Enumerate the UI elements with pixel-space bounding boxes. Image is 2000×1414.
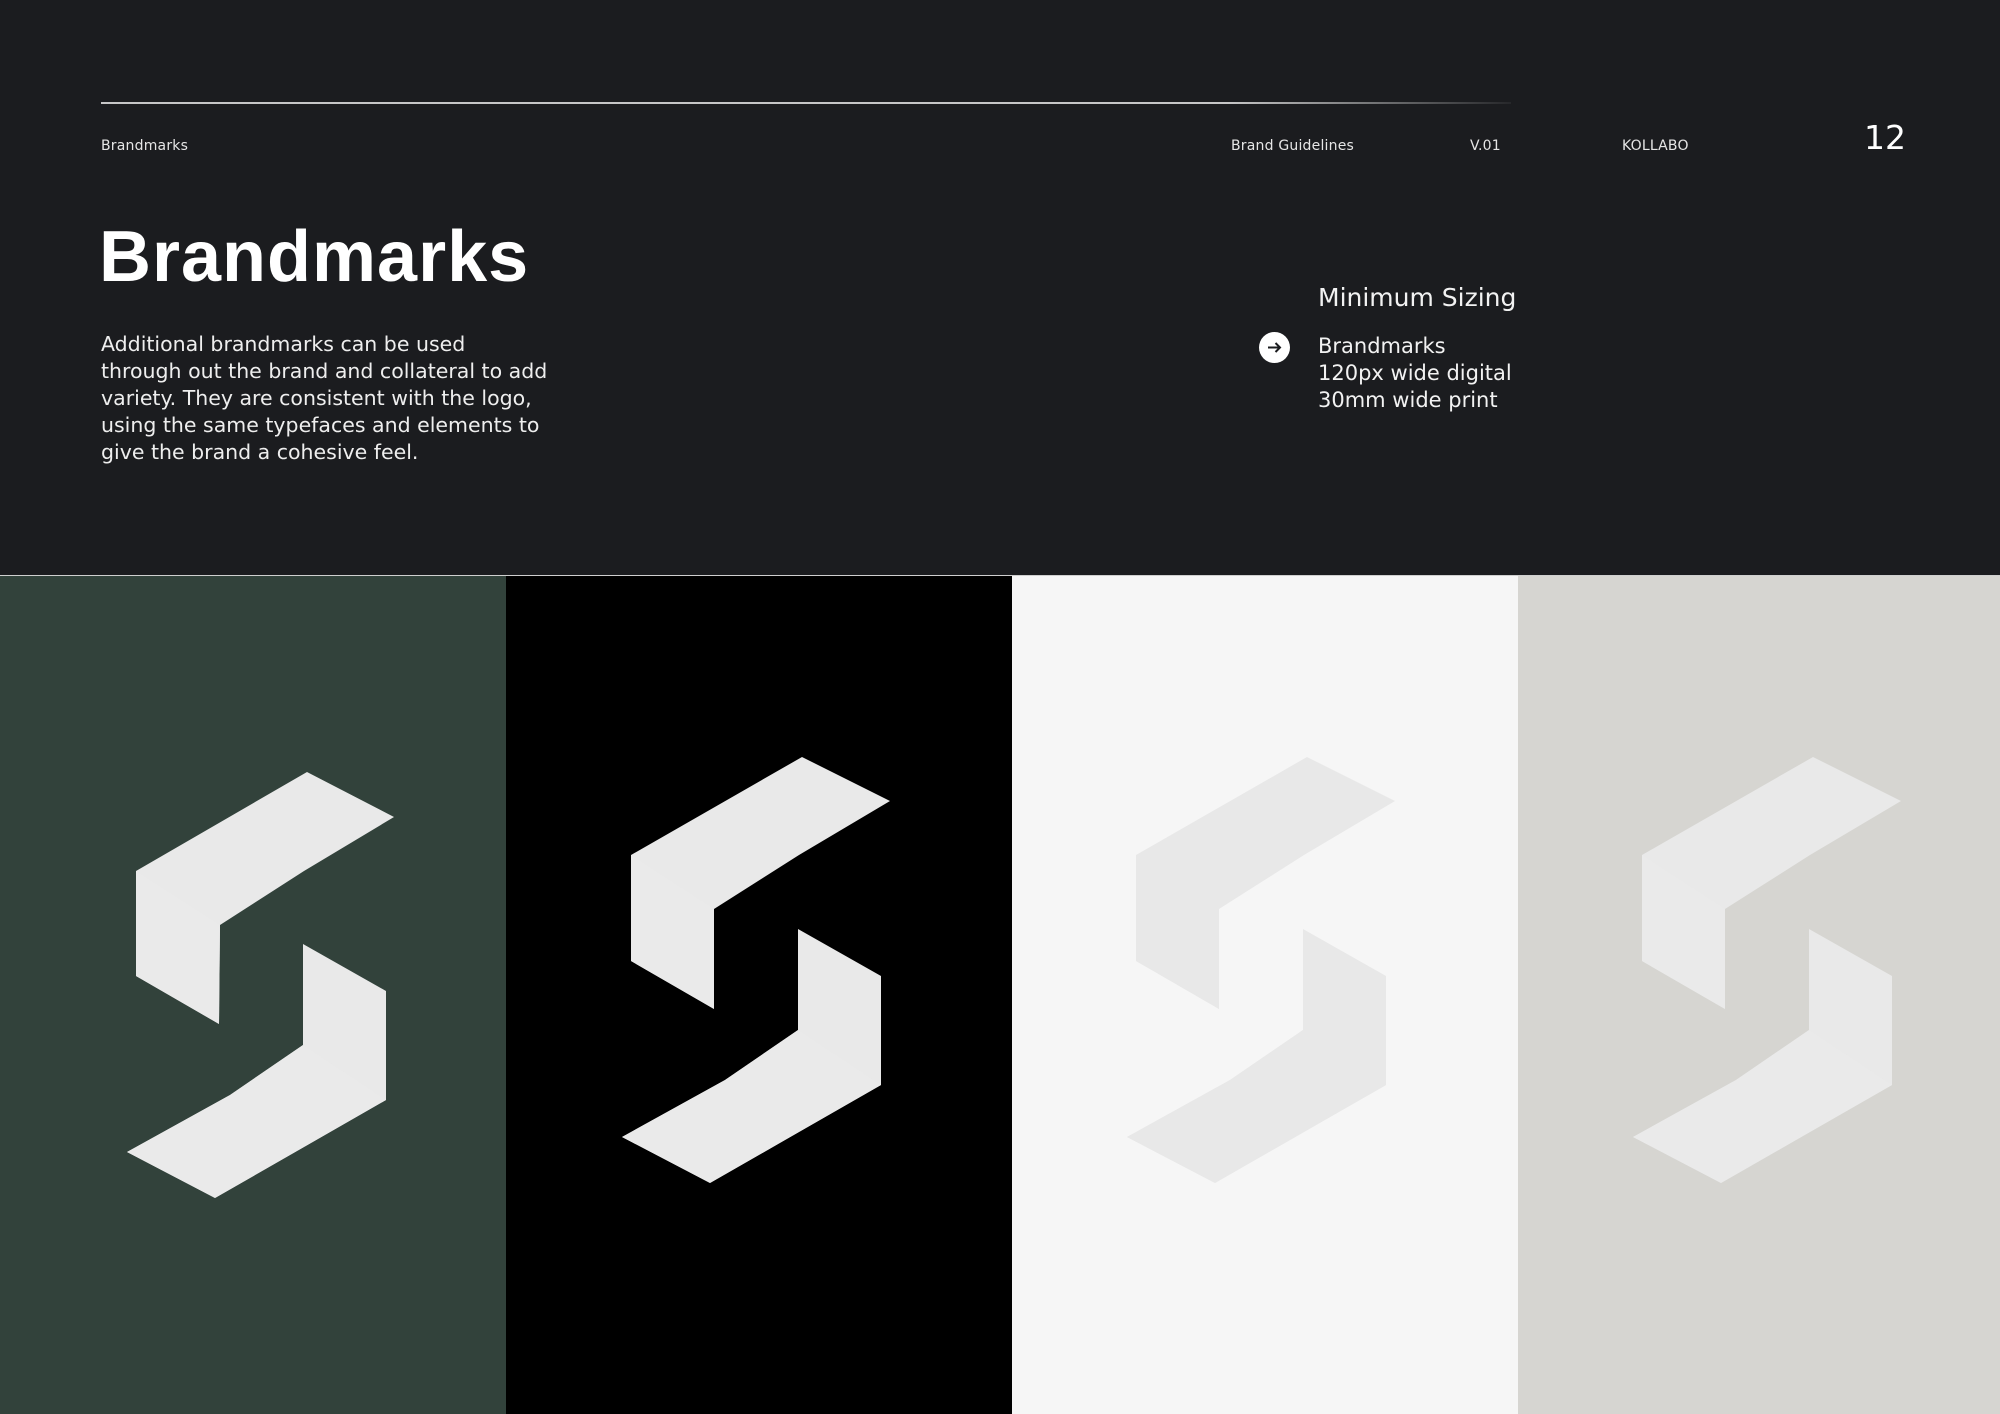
- sizing-line: 120px wide digital: [1318, 361, 1512, 385]
- brandmark-s-icon: [127, 772, 394, 1198]
- brandmark-s-icon: [1633, 757, 1901, 1183]
- minimum-sizing-heading: Minimum Sizing: [1318, 283, 1517, 312]
- brandmark-s-icon: [622, 757, 890, 1183]
- brandmark-panel-white: [1012, 576, 1518, 1414]
- description-text: Additional brandmarks can be used throug…: [101, 332, 548, 464]
- minimum-sizing-list: Brandmarks 120px wide digital 30mm wide …: [1318, 333, 1512, 414]
- brandmark-panel-green: [0, 576, 506, 1414]
- brandmark-s-icon: [1127, 757, 1395, 1183]
- page-number: 12: [1864, 118, 1906, 157]
- brandmark-panel-black: [506, 576, 1012, 1414]
- header-area: Brandmarks Brand Guidelines V.01 KOLLABO…: [0, 0, 2000, 576]
- document-title: Brand Guidelines: [1231, 138, 1355, 154]
- sizing-line: Brandmarks: [1318, 334, 1446, 358]
- version-label: V.01: [1470, 138, 1501, 154]
- brand-name: KOLLABO: [1622, 138, 1689, 154]
- sizing-line: 30mm wide print: [1318, 388, 1498, 412]
- header-divider: [101, 102, 1511, 104]
- page-title: Brandmarks: [99, 217, 530, 297]
- brandmark-panels: [0, 576, 2000, 1414]
- section-label: Brandmarks: [101, 138, 189, 154]
- brandmark-panel-grey: [1518, 576, 2000, 1414]
- arrow-right-circle-icon: [1259, 332, 1290, 363]
